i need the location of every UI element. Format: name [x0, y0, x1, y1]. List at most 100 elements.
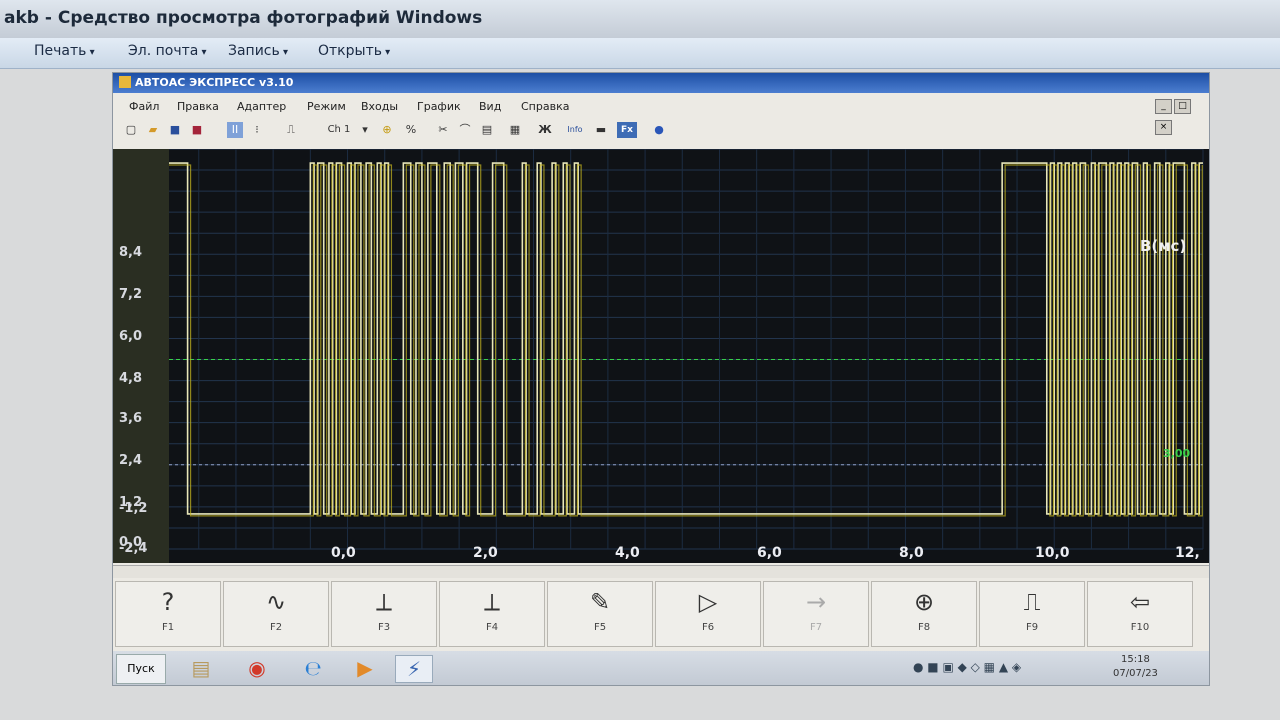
y-axis-icon: ⟂: [483, 588, 500, 616]
x-tick: 12,: [1175, 545, 1200, 561]
menu-file[interactable]: Файл: [129, 100, 159, 113]
print-icon[interactable]: ▬: [593, 122, 609, 138]
save-as-icon[interactable]: ■: [189, 122, 205, 138]
f1-help-button[interactable]: ? F1: [115, 581, 221, 647]
play-icon: ▷: [698, 588, 718, 616]
pause-icon[interactable]: II: [227, 122, 243, 138]
x-tick: 10,0: [1035, 545, 1070, 561]
f10-exit-button[interactable]: ⇦ F10: [1087, 581, 1193, 647]
curve-icon[interactable]: ⌒: [457, 122, 473, 138]
x-tick: 4,0: [615, 545, 640, 561]
brush-icon: ✎: [589, 588, 611, 616]
channel-select[interactable]: Ch 1: [321, 122, 357, 138]
menu-view[interactable]: Вид: [479, 100, 501, 113]
f5-brush-button[interactable]: ✎ F5: [547, 581, 653, 647]
f2-label: F2: [269, 622, 283, 633]
photo-viewer-titlebar: akb - Средство просмотра фотографий Wind…: [0, 0, 1280, 38]
f4-label: F4: [485, 622, 499, 633]
y-tick: 3,6: [119, 411, 143, 426]
start-button[interactable]: Пуск: [116, 654, 166, 684]
y-tick: 7,2: [119, 287, 143, 302]
f3-x-scale-button[interactable]: ⟂ F3: [331, 581, 437, 647]
menu-edit[interactable]: Правка: [177, 100, 219, 113]
email-menu[interactable]: Эл. почта: [128, 43, 207, 59]
photo-viewer-menubar: Печать Эл. почта Запись Открыть: [0, 38, 1280, 69]
exit-icon: ⇦: [1129, 588, 1151, 616]
function-key-bar: ? F1 ∿ F2 ⟂ F3 ⟂ F4 ✎ F5 ▷ F6 → F7 ⊕ F8 ⎍ F9 ⇦ F10: [115, 581, 1207, 647]
x-axis-icon: ⟂: [375, 588, 392, 616]
cut-icon[interactable]: ✂: [435, 122, 451, 138]
app-titlebar: АВТОАС ЭКСПРЕСС v3.10: [113, 73, 1209, 93]
clock-date: 07/07/23: [1113, 668, 1158, 679]
app-menubar: Файл Правка Адаптер Режим Входы График В…: [113, 97, 1209, 117]
x-tick: 6,0: [757, 545, 782, 561]
f5-label: F5: [593, 622, 607, 633]
new-file-icon[interactable]: ▢: [123, 122, 139, 138]
trigger-icon[interactable]: ⎍: [283, 122, 299, 138]
open-folder-icon[interactable]: ▰: [145, 122, 161, 138]
f2-signal-button[interactable]: ∿ F2: [223, 581, 329, 647]
media-player-icon[interactable]: ▶: [347, 655, 383, 681]
autoas-taskbar-icon[interactable]: ⚡: [395, 655, 433, 683]
y-tick: 4,8: [119, 371, 143, 386]
app-title: АВТОАС ЭКСПРЕСС v3.10: [135, 76, 294, 89]
help-icon: ?: [161, 588, 175, 616]
percent-button[interactable]: %: [403, 122, 419, 138]
app-logo-icon: [119, 76, 131, 88]
internet-explorer-icon[interactable]: ℮: [295, 655, 331, 681]
oscilloscope-chart[interactable]: B(мс) 3,00 8,4 7,2 6,0 4,8 3,6 2,4 1,2 0…: [113, 148, 1209, 563]
help-icon[interactable]: ●: [651, 122, 667, 138]
x-tick: 2,0: [473, 545, 498, 561]
threshold-label: 3,00: [1163, 447, 1191, 460]
menu-mode[interactable]: Режим: [307, 100, 346, 113]
channel-dropdown-icon[interactable]: ▾: [357, 122, 373, 138]
horizontal-scrollbar[interactable]: [113, 565, 1209, 578]
bold-button[interactable]: Ж: [537, 122, 553, 138]
unit-label: B(мс): [1140, 237, 1187, 255]
fx-button[interactable]: Fx: [617, 122, 637, 138]
y-tick: 2,4: [119, 453, 143, 468]
menu-graph[interactable]: График: [417, 100, 461, 113]
f6-label: F6: [701, 622, 715, 633]
f4-y-scale-button[interactable]: ⟂ F4: [439, 581, 545, 647]
print-menu[interactable]: Печать: [34, 43, 95, 59]
autoas-window: АВТОАС ЭКСПРЕСС v3.10 _ □× Файл Правка Ад…: [112, 72, 1210, 686]
f8-cursor-button[interactable]: ⊕ F8: [871, 581, 977, 647]
f10-label: F10: [1130, 622, 1150, 633]
paste-icon[interactable]: ▦: [507, 122, 523, 138]
cursor-icon[interactable]: ⊕: [379, 122, 395, 138]
clock-time: 15:18: [1121, 654, 1150, 665]
crosshair-icon: ⊕: [913, 588, 935, 616]
chart-background: [113, 149, 1209, 563]
f1-label: F1: [161, 622, 175, 633]
app-toolbar: ▢ ▰ ■ ■ II ⁝ ⎍ Ch 1 ▾ ⊕ % ✂ ⌒ ▤ ▦ Ж Info…: [117, 119, 1205, 143]
f9-trigger-button[interactable]: ⎍ F9: [979, 581, 1085, 647]
burn-menu[interactable]: Запись: [228, 43, 288, 59]
x-tick: 0,0: [331, 545, 356, 561]
taskbar: Пуск ▤ ◉ ℮ ▶ ⚡ ● ■ ▣ ◆ ◇ ▦ ▲ ◈ 15:18 07/…: [113, 651, 1209, 685]
menu-adapter[interactable]: Адаптер: [237, 100, 286, 113]
system-tray-icons[interactable]: ● ■ ▣ ◆ ◇ ▦ ▲ ◈: [913, 660, 1021, 674]
chrome-icon[interactable]: ◉: [239, 655, 275, 681]
y-tick: -2,4: [119, 541, 148, 556]
f3-label: F3: [377, 622, 391, 633]
x-tick: 8,0: [899, 545, 924, 561]
chart-svg[interactable]: [113, 148, 1209, 563]
menu-inputs[interactable]: Входы: [361, 100, 398, 113]
f7-forward-button[interactable]: → F7: [763, 581, 869, 647]
f6-play-button[interactable]: ▷ F6: [655, 581, 761, 647]
y-tick: 6,0: [119, 329, 143, 344]
menu-help[interactable]: Справка: [521, 100, 569, 113]
f9-label: F9: [1025, 622, 1039, 633]
record-settings-icon[interactable]: ⁝: [249, 122, 265, 138]
copy-icon[interactable]: ▤: [479, 122, 495, 138]
clock[interactable]: 15:18 07/07/23: [1113, 653, 1158, 681]
y-tick: -1,2: [119, 501, 148, 516]
arrow-right-icon: →: [805, 588, 827, 616]
f8-label: F8: [917, 622, 931, 633]
explorer-icon[interactable]: ▤: [183, 655, 219, 681]
save-icon[interactable]: ■: [167, 122, 183, 138]
open-menu[interactable]: Открыть: [318, 43, 390, 59]
y-tick: 8,4: [119, 245, 143, 260]
info-button[interactable]: Info: [567, 122, 583, 138]
